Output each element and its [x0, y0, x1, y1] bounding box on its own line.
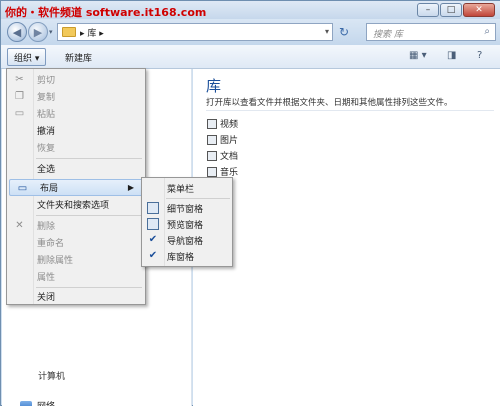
content-pane: 库 打开库以查看文件并根据文件夹、日期和其他属性排列这些文件。 视频 图片 文档…: [193, 69, 500, 406]
submenu-item-navigation-pane[interactable]: ✔ 导航窗格: [142, 232, 232, 248]
network-icon: [20, 400, 32, 406]
library-label: 视频: [220, 120, 239, 130]
menu-item-remove-properties[interactable]: 删除属性: [7, 251, 145, 268]
menu-item-label: 预览窗格: [167, 220, 204, 231]
pictures-icon: [207, 134, 217, 145]
menu-item-redo[interactable]: 恢复: [7, 139, 145, 156]
documents-icon: [207, 150, 217, 161]
scissors-icon: ✂: [15, 74, 24, 85]
submenu-item-menu-bar[interactable]: 菜单栏: [142, 180, 232, 196]
forward-button[interactable]: ▶: [28, 22, 48, 42]
menu-item-label: 属性: [37, 273, 56, 283]
menu-item-label: 撤消: [37, 127, 56, 137]
back-button[interactable]: ◀: [7, 22, 27, 42]
command-bar: 组织 ▾ 新建库 ▦ ▾ ◨ ?: [1, 45, 500, 69]
videos-icon: [207, 118, 217, 129]
menu-item-label: 删除: [37, 222, 56, 232]
close-button[interactable]: ✕: [463, 3, 495, 17]
menu-separator: [36, 215, 142, 216]
nav-item-label: 网络: [37, 399, 55, 406]
submenu-item-preview-pane[interactable]: 预览窗格: [142, 216, 232, 232]
checkmark-icon: ✔: [148, 250, 158, 261]
menu-item-label: 菜单栏: [167, 184, 195, 195]
menu-item-label: 布局: [40, 184, 59, 194]
preview-pane-icon[interactable]: ◨: [447, 50, 456, 61]
menu-item-rename[interactable]: 重命名: [7, 234, 145, 251]
submenu-item-details-pane[interactable]: 细节窗格: [142, 200, 232, 216]
library-item-documents[interactable]: 文档: [207, 149, 238, 162]
menu-item-label: 关闭: [37, 293, 56, 303]
help-icon[interactable]: ?: [477, 50, 482, 61]
search-icon[interactable]: ⌕: [484, 26, 490, 37]
watermark-text: 你的・软件频道 software.it168.com: [5, 6, 207, 19]
address-bar[interactable]: ▸ 库 ▸ ▾: [57, 23, 333, 41]
paste-icon: ▭: [14, 108, 25, 119]
history-dropdown-icon[interactable]: ▾: [49, 28, 53, 36]
organize-button[interactable]: 组织 ▾: [7, 48, 47, 66]
minimize-button[interactable]: –: [417, 3, 439, 17]
new-library-button[interactable]: 新建库: [59, 48, 98, 66]
address-row: ◀ ▶ ▾ ▸ 库 ▸ ▾ ↻ 搜索 库 ⌕: [1, 19, 500, 45]
menu-separator: [36, 158, 142, 159]
menu-item-label: 重命名: [37, 239, 65, 249]
library-label: 图片: [220, 136, 239, 146]
computer-item-label[interactable]: 计算机: [38, 369, 65, 382]
menu-item-label: 剪切: [37, 76, 56, 86]
back-arrow-icon: ◀: [12, 25, 22, 39]
menu-item-label: 库窗格: [167, 252, 195, 263]
menu-item-delete[interactable]: ✕ 删除: [7, 217, 145, 234]
delete-x-icon: ✕: [15, 220, 24, 231]
preview-pane-icon: [147, 218, 159, 230]
page-title: 库: [206, 77, 222, 95]
menu-item-folder-options[interactable]: 文件夹和搜索选项: [7, 196, 145, 213]
refresh-icon[interactable]: ↻: [339, 25, 349, 39]
menu-separator: [166, 198, 230, 199]
menu-item-properties[interactable]: 属性: [7, 268, 145, 285]
submenu-item-library-pane[interactable]: ✔ 库窗格: [142, 248, 232, 264]
search-box[interactable]: 搜索 库 ⌕: [366, 23, 496, 41]
explorer-window: 你的・软件频道 software.it168.com – □ ✕ ◀ ▶ ▾ ▸…: [0, 0, 500, 406]
menu-item-copy[interactable]: ❐ 复制: [7, 88, 145, 105]
menu-item-cut[interactable]: ✂ 剪切: [7, 71, 145, 88]
address-path[interactable]: ▸ 库 ▸: [80, 26, 104, 39]
menu-item-label: 恢复: [37, 144, 56, 154]
title-bar[interactable]: 你的・软件频道 software.it168.com – □ ✕: [1, 1, 500, 19]
forward-arrow-icon: ▶: [33, 25, 43, 39]
submenu-arrow-icon: ▶: [127, 183, 134, 192]
view-options-icon[interactable]: ▦ ▾: [409, 50, 427, 61]
menu-item-label: 导航窗格: [167, 236, 204, 247]
menu-item-undo[interactable]: 撤消: [7, 122, 145, 139]
layout-icon: ▭: [17, 183, 28, 194]
maximize-button[interactable]: □: [440, 3, 462, 17]
checkmark-icon: ✔: [148, 234, 158, 245]
menu-item-label: 细节窗格: [167, 204, 204, 215]
menu-item-close[interactable]: 关闭: [7, 288, 145, 305]
organize-menu: ✂ 剪切 ❐ 复制 ▭ 粘贴 撤消 恢复 全选 ▭ 布局 ▶ 文件夹和搜索选项: [6, 68, 146, 305]
layout-submenu: 菜单栏 细节窗格 预览窗格 ✔ 导航窗格 ✔ 库窗格: [141, 177, 233, 267]
search-placeholder: 搜索 库: [373, 30, 403, 40]
nav-item-network[interactable]: 网络: [20, 399, 55, 406]
menu-item-select-all[interactable]: 全选: [7, 160, 145, 177]
folder-icon: [62, 27, 76, 37]
menu-item-label: 粘贴: [37, 110, 56, 120]
menu-item-label: 复制: [37, 93, 56, 103]
library-item-videos[interactable]: 视频: [207, 117, 238, 130]
page-description: 打开库以查看文件并根据文件夹、日期和其他属性排列这些文件。: [206, 98, 453, 108]
menu-item-label: 删除属性: [37, 256, 74, 266]
library-label: 文档: [220, 152, 239, 162]
menu-item-label: 文件夹和搜索选项: [37, 201, 110, 211]
divider: [206, 110, 494, 111]
details-pane-icon: [147, 202, 159, 214]
menu-item-layout[interactable]: ▭ 布局 ▶: [9, 179, 143, 196]
address-dropdown-icon[interactable]: ▾: [325, 27, 329, 36]
music-icon: [207, 166, 217, 177]
menu-item-label: 全选: [37, 165, 56, 175]
menu-item-paste[interactable]: ▭ 粘贴: [7, 105, 145, 122]
window-controls: – □ ✕: [417, 3, 495, 17]
library-item-pictures[interactable]: 图片: [207, 133, 238, 146]
copy-icon: ❐: [15, 91, 24, 102]
